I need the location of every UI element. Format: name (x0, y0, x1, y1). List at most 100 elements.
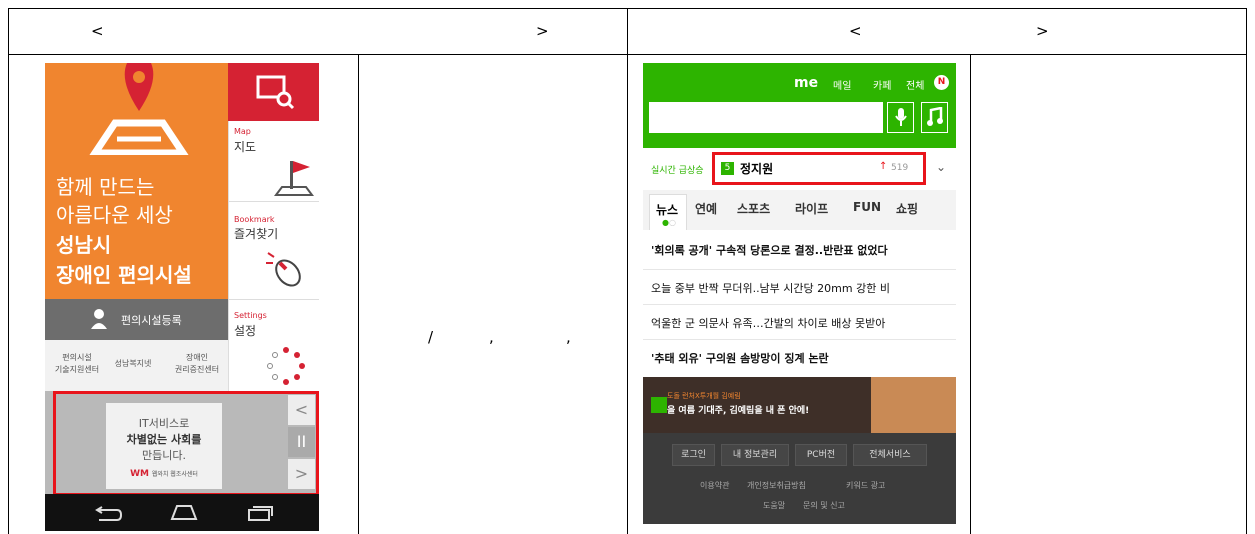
tab-sports[interactable]: 스포츠 (737, 200, 770, 217)
partner-link-3[interactable]: 장애인 권리증진센터 (169, 352, 225, 376)
partner-link-3-line1: 장애인 (185, 353, 209, 362)
news-tabs: 뉴스 ●○ 연예 스포츠 라이프 FUN 쇼핑 (643, 190, 956, 230)
search-input[interactable] (649, 102, 883, 133)
settings-tile[interactable]: Settings 설정 (228, 300, 319, 391)
portal-footer: 로그인 내 정보관리 PC버전 전체서비스 이용약관 개인정보취급방침 키워드 … (643, 433, 956, 524)
ad-photo (871, 377, 956, 433)
trending-term: 정지원 (740, 162, 774, 176)
tab-shopping[interactable]: 쇼핑 (896, 200, 918, 217)
middle-comma-2: , (566, 328, 571, 346)
footer-link-privacy[interactable]: 개인정보취급방침 (747, 480, 806, 491)
login-button[interactable]: 로그인 (672, 444, 715, 466)
header-right-open: < (849, 22, 862, 40)
header-left-open: < (91, 22, 104, 40)
news-sep-3 (643, 339, 956, 340)
portal-header: me 메일 카페 전체 N (643, 63, 956, 148)
trend-up-icon: ↑ (879, 161, 888, 172)
tab-fun[interactable]: FUN (853, 200, 881, 214)
partner-link-1[interactable]: 편의시설 기술지원센터 (49, 352, 105, 376)
trending-label: 실시간 급상승 (651, 166, 704, 176)
trending-rank: 5 (721, 162, 734, 175)
header-right-close: > (1036, 22, 1049, 40)
mail-link[interactable]: 메일 (833, 77, 851, 92)
table-left-border (8, 8, 9, 534)
table-col-divider-2 (627, 8, 628, 534)
settings-tile-label: Settings (234, 311, 267, 320)
partner-link-1-line1: 편의시설 (62, 353, 92, 362)
house-icon (651, 397, 667, 413)
ad-main-text: 올 여름 기대주, 김예림을 내 폰 안에! (667, 406, 810, 416)
cafe-link[interactable]: 카페 (873, 77, 891, 92)
footer-link-terms[interactable]: 이용약관 (700, 480, 729, 491)
news-sep-1 (643, 269, 956, 270)
header-left-close: > (536, 22, 549, 40)
hero-title-line-4: 장애인 편의시설 (56, 263, 192, 287)
ad-small-text: 도돌 런처X투개월 김예림 (667, 392, 741, 400)
ad-banner[interactable]: 도돌 런처X투개월 김예림 올 여름 기대주, 김예림을 내 폰 안에! (643, 377, 956, 433)
news-item-1[interactable]: '회의록 공개' 구속적 당론으로 결정..반란표 없었다 (651, 242, 888, 258)
android-navbar (45, 494, 319, 531)
table-right-border (1246, 8, 1247, 534)
partner-links: 편의시설 기술지원센터 성남복지넷 장애인 권리증진센터 (45, 340, 228, 391)
header-left: < > (8, 8, 627, 55)
footer-link-keyword-ad[interactable]: 키워드 광고 (846, 480, 885, 491)
screen-search-icon (256, 75, 295, 110)
table-col-divider-1 (358, 55, 359, 534)
partner-link-2[interactable]: 성남복지넷 (111, 358, 155, 369)
tab-page-dots: ●○ (662, 218, 676, 227)
trending-item[interactable]: 5 정지원 ↑ 519 (712, 152, 926, 185)
all-link[interactable]: 전체 (906, 77, 924, 92)
banner-highlight (53, 391, 319, 496)
my-info-button[interactable]: 내 정보관리 (721, 444, 789, 466)
music-note-icon (926, 106, 943, 126)
search-tile[interactable] (228, 63, 319, 121)
map-pin-icon (89, 63, 189, 155)
hero-title-line-3: 성남시 (56, 233, 112, 257)
hero-panel: 함께 만드는 아름다운 세상 성남시 장애인 편의시설 (45, 63, 228, 299)
music-search-button[interactable] (921, 102, 948, 133)
register-facility-label: 편의시설등록 (121, 314, 182, 327)
table-col-divider-3 (970, 55, 971, 534)
trending-bar: 실시간 급상승 5 정지원 ↑ 519 ⌄ (643, 148, 956, 190)
me-link[interactable]: me (794, 75, 818, 91)
news-item-2[interactable]: 오늘 중부 반짝 무더위..남부 시간당 20mm 강한 비 (651, 280, 890, 296)
news-item-3[interactable]: 억울한 군 의문사 유족…간발의 차이로 배상 못받아 (651, 315, 885, 331)
header-right: < > (627, 8, 1247, 55)
hero-title-line-2: 아름다운 세상 (56, 203, 173, 227)
app-screenshot-left: 함께 만드는 아름다운 세상 성남시 장애인 편의시설 Map 지도 Bookm… (45, 63, 319, 531)
map-tile-title: 지도 (234, 140, 257, 154)
person-add-icon (91, 309, 107, 329)
hero-title-line-1: 함께 만드는 (56, 175, 155, 199)
pc-version-button[interactable]: PC버전 (795, 444, 847, 466)
trending-count: 519 (891, 163, 909, 173)
back-icon[interactable] (93, 504, 123, 524)
register-facility-button[interactable]: 편의시설등록 (45, 299, 228, 340)
map-tile[interactable]: Map 지도 (228, 121, 319, 201)
all-services-button[interactable]: 전체서비스 (853, 444, 927, 466)
bookmark-tile[interactable]: Bookmark 즐겨찾기 (228, 202, 319, 298)
flag-map-icon (274, 161, 314, 196)
partner-link-1-line2: 기술지원센터 (54, 365, 100, 374)
news-sep-2 (643, 304, 956, 305)
middle-slash: / (428, 328, 434, 346)
footer-link-report[interactable]: 문의 및 신고 (803, 500, 845, 511)
app-screenshot-right: me 메일 카페 전체 N 실시간 급상승 5 정지원 ↑ 519 ⌄ 뉴스 ●… (643, 63, 956, 524)
footer-link-help[interactable]: 도움말 (763, 500, 785, 511)
tab-news[interactable]: 뉴스 ●○ (649, 194, 687, 230)
home-icon[interactable] (169, 503, 199, 523)
voice-search-button[interactable] (887, 102, 914, 133)
recent-apps-icon[interactable] (245, 503, 275, 523)
middle-comma-1: , (489, 328, 494, 346)
settings-tile-title: 설정 (234, 324, 257, 338)
tab-entertainment[interactable]: 연예 (695, 200, 717, 217)
notification-badge[interactable]: N (934, 75, 949, 90)
bookmark-tile-title: 즐겨찾기 (234, 227, 279, 241)
tab-news-label: 뉴스 (656, 203, 679, 217)
partner-link-2-line1: 성남복지넷 (114, 359, 152, 368)
chevron-down-icon[interactable]: ⌄ (936, 160, 946, 174)
tab-life[interactable]: 라이프 (795, 200, 828, 217)
microphone-icon (894, 108, 907, 126)
bookmark-tile-label: Bookmark (234, 215, 275, 224)
news-item-4[interactable]: '추태 외유' 구의원 솜방망이 징계 논란 (651, 350, 829, 366)
mouse-click-icon (266, 252, 301, 287)
